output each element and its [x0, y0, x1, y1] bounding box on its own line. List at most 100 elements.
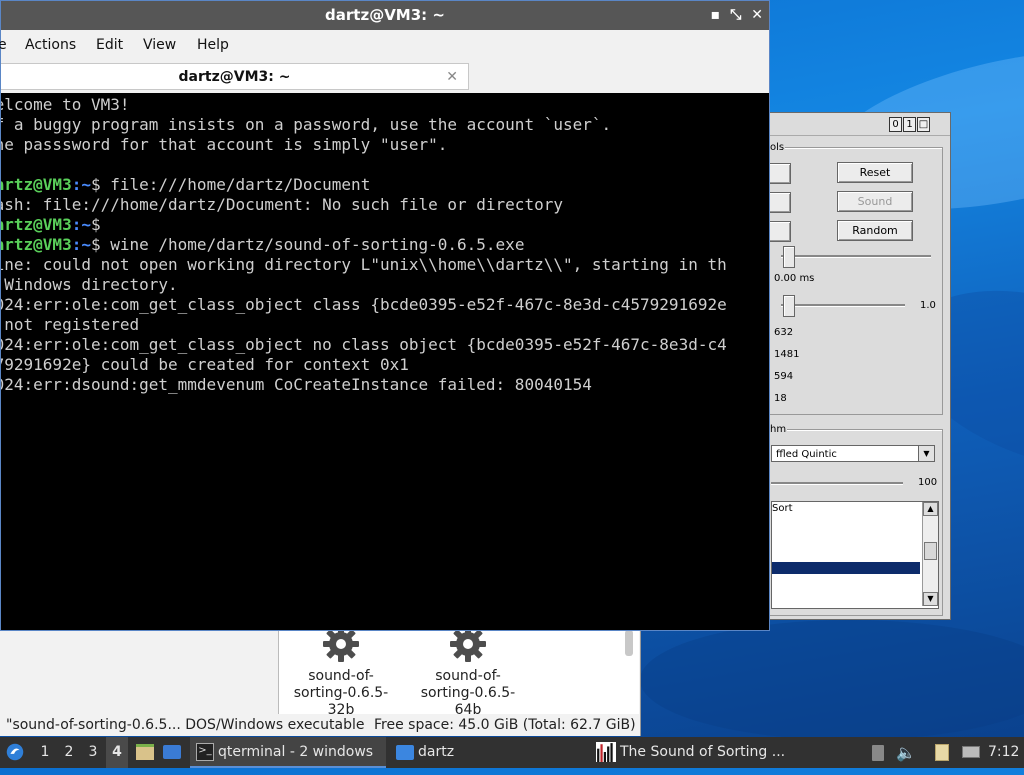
task-dartz[interactable]: dartz [390, 737, 586, 768]
start-menu-button[interactable] [4, 737, 30, 768]
drive-icon [872, 745, 884, 761]
terminal-line: 0024:err:ole:com_get_class_object class … [1, 295, 727, 315]
terminal-line-text: 579291692e} could be created for context… [1, 355, 409, 374]
taskbar: 1 2 3 4 >_ qterminal - 2 windows dartz T… [0, 737, 1024, 768]
terminal-line: bash: file:///home/dartz/Document: No su… [1, 195, 727, 215]
menu-actions[interactable]: Actions [25, 37, 76, 53]
terminal-text: Welcome to VM3!If a buggy program insist… [1, 95, 727, 395]
terminal-line: wine: could not open working directory L… [1, 255, 727, 275]
stat-array-accesses: 1481 [774, 349, 800, 360]
list-item-selected[interactable] [772, 562, 920, 574]
terminal-line-text: If a buggy program insists on a password… [1, 115, 612, 134]
sos-titlebar[interactable]: 0 1 □ [761, 113, 950, 136]
stat-swaps: 594 [774, 371, 794, 382]
terminal-titlebar[interactable]: dartz@VM3: ~ ▪ ⤡ ✕ [1, 1, 769, 30]
prompt-path: :~ [71, 215, 91, 234]
terminal-line: 0024:err:ole:com_get_class_object no cla… [1, 335, 727, 355]
clock[interactable]: 7:12 [988, 737, 1022, 768]
prompt-user: dartz@VM3 [1, 215, 72, 234]
terminal-window: dartz@VM3: ~ ▪ ⤡ ✕ e Actions Edit View H… [0, 0, 770, 631]
terminal-line-text: 0024:err:ole:com_get_class_object class … [1, 295, 727, 314]
sos-maximize-button[interactable]: 1 [903, 117, 916, 132]
algorithm-list[interactable]: Sort ▲ ▼ [771, 501, 939, 609]
quicklaunch-files[interactable] [134, 737, 156, 768]
tab-close-icon[interactable]: ✕ [446, 64, 458, 90]
speed-slider-thumb[interactable] [783, 295, 795, 317]
sound-of-sorting-icon [596, 742, 616, 762]
terminal-icon: >_ [196, 743, 214, 761]
file-manager-scrollbar[interactable] [625, 630, 633, 656]
task-sound-of-sorting[interactable]: The Sound of Sorting ... [592, 737, 788, 768]
network-icon [962, 746, 980, 758]
reset-button[interactable]: Reset [837, 162, 913, 183]
input-type-select[interactable]: ffled Quintic ▼ [771, 445, 935, 462]
workspace-1[interactable]: 1 [34, 737, 56, 768]
tray-removable-media[interactable] [868, 737, 888, 768]
speed-slider-track[interactable] [781, 304, 905, 307]
terminal-line-text: bash: file:///home/dartz/Document: No su… [1, 195, 563, 214]
file-item-line: sorting-0.6.5-64b [420, 685, 516, 714]
task-label: qterminal - 2 windows [218, 744, 374, 760]
prompt-path: :~ [71, 175, 91, 194]
terminal-line-text: $ [90, 215, 111, 234]
show-desktop-button[interactable] [160, 737, 184, 768]
delay-slider-thumb[interactable] [783, 246, 795, 268]
terminal-line-text: } not registered [4, 315, 140, 334]
input-type-value: ffled Quintic [776, 449, 837, 460]
delay-slider-track[interactable] [781, 255, 931, 258]
desktop-icon [163, 745, 181, 759]
menu-file[interactable]: e [0, 37, 7, 53]
task-label: The Sound of Sorting ... [620, 744, 786, 760]
array-size-value: 100 [918, 477, 938, 488]
file-manager-icon [136, 744, 154, 760]
terminal-line-text: $ file:///home/dartz/Document [90, 175, 371, 194]
file-item-32bit[interactable]: sound-of- sorting-0.6.5-32b it-dynamic [281, 624, 401, 714]
list-item[interactable]: Sort [772, 503, 920, 515]
tray-volume[interactable]: 🔈 [896, 737, 920, 768]
array-size-slider-track[interactable] [771, 482, 903, 485]
minimize-icon[interactable]: ▪ [711, 1, 721, 30]
menu-edit[interactable]: Edit [96, 37, 123, 53]
terminal-line-text: 0024:err:ole:com_get_class_object no cla… [1, 335, 727, 354]
terminal-line: } not registered [1, 315, 727, 335]
scroll-up-icon[interactable]: ▲ [923, 502, 938, 516]
terminal-line-text: $ wine /home/dartz/sound-of-sorting-0.6.… [90, 235, 525, 254]
terminal-tab[interactable]: dartz@VM3: ~ ✕ [1, 63, 469, 90]
terminal-output[interactable]: Welcome to VM3!If a buggy program insist… [1, 93, 769, 630]
task-label: dartz [418, 744, 455, 760]
scroll-thumb[interactable] [924, 542, 937, 560]
close-icon[interactable]: ✕ [751, 1, 763, 30]
random-button[interactable]: Random [837, 220, 913, 241]
prompt-path: :~ [71, 235, 91, 254]
sos-minimize-button[interactable]: 0 [889, 117, 902, 132]
task-qterminal[interactable]: >_ qterminal - 2 windows [190, 737, 386, 768]
sound-button[interactable]: Sound [837, 191, 913, 212]
workspace-3[interactable]: 3 [82, 737, 104, 768]
terminal-line-text: wine: could not open working directory L… [1, 255, 727, 274]
terminal-line: dartz@VM3:~$ file:///home/dartz/Document [1, 175, 727, 195]
tray-clipboard[interactable] [932, 737, 954, 768]
algorithm-list-scrollbar[interactable]: ▲ ▼ [922, 502, 938, 606]
terminal-line: Welcome to VM3! [1, 95, 727, 115]
terminal-line-text: 0024:err:dsound:get_mmdevenum CoCreateIn… [1, 375, 592, 394]
terminal-line-text: e Windows directory. [1, 275, 178, 294]
terminal-line: If a buggy program insists on a password… [1, 115, 727, 135]
terminal-line: e Windows directory. [1, 275, 727, 295]
workspace-2[interactable]: 2 [58, 737, 80, 768]
file-manager-statusbar: "sound-of-sorting-0.6.5... DOS/Windows e… [0, 714, 640, 736]
restore-icon[interactable]: ⤡ [730, 1, 741, 30]
algorithm-group-label: hm [769, 424, 788, 435]
status-free-space: Free space: 45.0 GiB (Total: 62.7 GiB) [374, 717, 636, 733]
prompt-user: dartz@VM3 [1, 175, 72, 194]
terminal-line: 579291692e} could be created for context… [1, 355, 727, 375]
sos-close-button[interactable]: □ [917, 117, 930, 132]
scroll-down-icon[interactable]: ▼ [923, 592, 938, 606]
workspace-4[interactable]: 4 [106, 737, 128, 768]
lxqt-logo-icon [6, 743, 24, 761]
menu-help[interactable]: Help [197, 37, 229, 53]
menu-view[interactable]: View [143, 37, 176, 53]
file-item-64bit[interactable]: sound-of- sorting-0.6.5-64b it-dynamic [408, 624, 528, 714]
stat-time: 18 [774, 393, 787, 404]
chevron-down-icon[interactable]: ▼ [918, 446, 934, 461]
tray-network[interactable] [960, 737, 984, 768]
